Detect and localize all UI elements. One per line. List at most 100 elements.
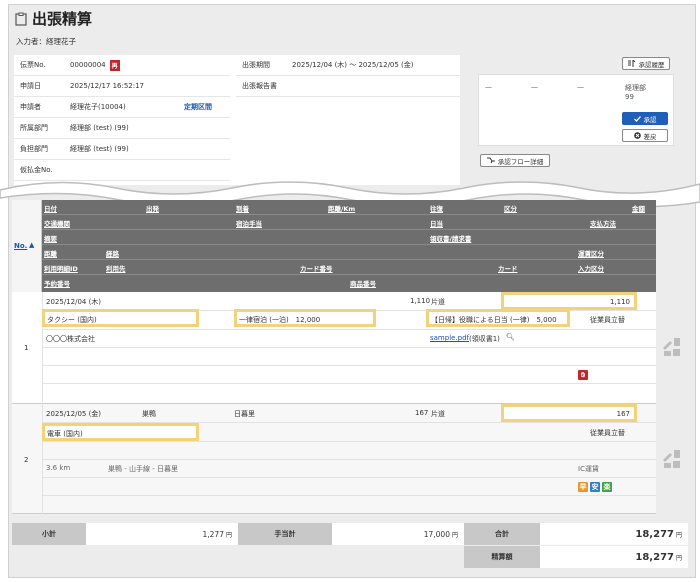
trip-period-value: 2025/12/04 (木) ～ 2025/12/05 (金) xyxy=(292,61,414,69)
yen-unit: 円 xyxy=(451,531,458,539)
reject-button[interactable]: 差戻 xyxy=(622,129,668,142)
settlement-value: 18,277 円 xyxy=(540,546,688,568)
col-daily-allowance[interactable]: 日当 xyxy=(430,218,443,228)
commuter-route-link[interactable]: 定期区間 xyxy=(184,102,212,112)
col-category[interactable]: 区分 xyxy=(504,203,517,213)
amount-field-highlight[interactable]: 1,110 xyxy=(501,292,637,310)
row-1-action-icons[interactable] xyxy=(661,336,683,358)
col-card-no[interactable]: カード番号 xyxy=(300,263,333,273)
row-lodging: 一律宿泊 (一泊) 12,000 xyxy=(239,316,321,324)
sort-up-icon[interactable]: ▲ xyxy=(29,241,34,249)
subtotal-label: 小計 xyxy=(12,523,86,545)
approve-label: 承認 xyxy=(643,115,657,124)
receipt-note: (領収書1) xyxy=(469,335,500,343)
row-route: 巣鴨 - 山手線 - 日暮里 xyxy=(108,465,178,473)
table-row[interactable]: 2 2025/12/05 (金) 巣鴨 日暮里 167 片道 167 電車 (国… xyxy=(12,404,656,514)
easy-route-badge[interactable]: 楽 xyxy=(602,482,612,492)
yen-unit: 円 xyxy=(675,531,682,539)
row-distance: 1,110 xyxy=(410,297,431,305)
fast-route-badge[interactable]: 早 xyxy=(578,482,588,492)
inputter-label: 入力者：経理花子 xyxy=(16,37,76,46)
apply-date-value: 2025/12/17 16:52:17 xyxy=(70,82,145,90)
trip-report-label: 出張報告書 xyxy=(242,82,277,90)
row-daily-allowance: 【日帰】役職による日当 (一律) 5,000 xyxy=(431,316,557,324)
allowance-amount: 17,000 xyxy=(423,529,450,539)
apply-date-label: 申請日 xyxy=(20,82,41,90)
col-product-no[interactable]: 商品番号 xyxy=(350,278,376,288)
history-icon xyxy=(627,60,635,67)
row-transport: タクシー (国内) xyxy=(47,316,97,324)
row-amount: 167 xyxy=(616,410,630,418)
col-distance-km[interactable]: 距離/Km xyxy=(328,203,355,213)
dept-label: 所属部門 xyxy=(20,124,48,132)
slip-no-row: 伝票No. 00000004 再 xyxy=(14,55,230,76)
row-number: 1 xyxy=(24,344,29,352)
col-card[interactable]: カード xyxy=(498,263,518,273)
no-sort-link[interactable]: No. xyxy=(14,242,27,250)
col-roundtrip[interactable]: 往復 xyxy=(430,203,443,213)
magnifier-icon[interactable]: 🔍︎ xyxy=(506,333,515,341)
row-distance: 167 xyxy=(415,409,429,417)
approve-button[interactable]: 承認 xyxy=(622,112,668,125)
row-from: 巣鴨 xyxy=(142,410,156,418)
approval-history-button[interactable]: 承認履歴 xyxy=(622,57,670,70)
subtotal-value: 1,277 円 xyxy=(86,523,238,545)
flow-icon xyxy=(486,157,495,164)
applicant-label: 申請者 xyxy=(20,103,41,111)
col-receipt[interactable]: 領収書/請求書 xyxy=(430,233,471,243)
col-transport[interactable]: 交通機関 xyxy=(44,218,70,228)
col-reservation-no[interactable]: 予約番号 xyxy=(44,278,70,288)
slip-no-value: 00000004 xyxy=(70,61,106,69)
yen-unit: 円 xyxy=(675,554,682,562)
trip-report-row: 出張報告書 xyxy=(236,76,460,97)
apply-date-row: 申請日 2025/12/17 16:52:17 xyxy=(14,76,230,97)
yen-unit: 円 xyxy=(225,531,232,539)
row-trip-type: 片道 xyxy=(431,410,445,418)
row-fare-type: IC運賃 xyxy=(578,465,599,473)
approval-history-label: 承認履歴 xyxy=(638,60,665,69)
row-trip-type: 片道 xyxy=(431,298,445,306)
col-usage-place[interactable]: 利用先 xyxy=(106,263,126,273)
col-date[interactable]: 日付 xyxy=(44,203,57,213)
col-input-type[interactable]: 入力区分 xyxy=(578,263,604,273)
slip-info-panel: 伝票No. 00000004 再 申請日 2025/12/17 16:52:17… xyxy=(14,55,460,185)
col-departure[interactable]: 出発 xyxy=(146,203,159,213)
approver-slot-1: — xyxy=(485,83,492,91)
trip-period-label: 出張期間 xyxy=(242,61,270,69)
cheap-route-badge[interactable]: 安 xyxy=(590,482,600,492)
approval-flow-label: 承認フロー詳細 xyxy=(497,157,544,166)
check-icon xyxy=(633,115,641,122)
col-distance[interactable]: 距離 xyxy=(44,248,57,258)
receipt-file-link[interactable]: sample.pdf xyxy=(430,334,469,342)
daily-allowance-field-highlight[interactable]: 【日帰】役職による日当 (一律) 5,000 xyxy=(426,309,570,327)
col-lodging[interactable]: 宿泊手当 xyxy=(236,218,262,228)
charge-dept-value: 経理部 (test) (99) xyxy=(70,145,129,153)
document-icon xyxy=(15,12,27,26)
col-payment[interactable]: 支払方法 xyxy=(590,218,616,228)
row-payment: 従業員立替 xyxy=(590,429,625,437)
transport-field-highlight[interactable]: 電車 (国内) xyxy=(42,423,199,441)
row-km: 3.6 km xyxy=(46,464,71,472)
col-fare-type[interactable]: 運賃区分 xyxy=(578,248,604,258)
row-to: 日暮里 xyxy=(234,410,255,418)
hand-stop-icon[interactable]: ✋︎ xyxy=(578,370,588,380)
transport-field-highlight[interactable]: タクシー (国内) xyxy=(42,309,199,327)
grid-header: 日付 出発 到着 距離/Km 往復 区分 金額 交通機関 宿泊手当 日当 支払方… xyxy=(42,200,656,292)
dept-value: 経理部 (test) (99) xyxy=(70,124,129,132)
amount-field-highlight[interactable]: 167 xyxy=(501,404,637,422)
allowance-total-value: 17,000 円 xyxy=(332,523,464,545)
col-amount[interactable]: 金額 xyxy=(632,203,645,213)
table-row[interactable]: 1 2025/12/04 (木) 1,110 片道 1,110 タクシー (国内… xyxy=(12,292,656,404)
col-usage-id[interactable]: 利用明細ID xyxy=(44,263,78,273)
row-date: 2025/12/04 (木) xyxy=(46,298,102,306)
row-2-action-icons[interactable] xyxy=(661,448,683,470)
col-arrival[interactable]: 到着 xyxy=(236,203,249,213)
col-remarks[interactable]: 摘要 xyxy=(44,233,57,243)
approval-flow-button[interactable]: 承認フロー詳細 xyxy=(480,154,550,167)
resubmit-badge: 再 xyxy=(109,59,120,71)
grand-total-label: 合計 xyxy=(464,523,540,545)
dept-row: 所属部門 経理部 (test) (99) xyxy=(14,118,230,139)
lodging-field-highlight[interactable]: 一律宿泊 (一泊) 12,000 xyxy=(234,309,376,327)
reject-circle-icon xyxy=(633,132,641,139)
col-route[interactable]: 経路 xyxy=(106,248,119,258)
